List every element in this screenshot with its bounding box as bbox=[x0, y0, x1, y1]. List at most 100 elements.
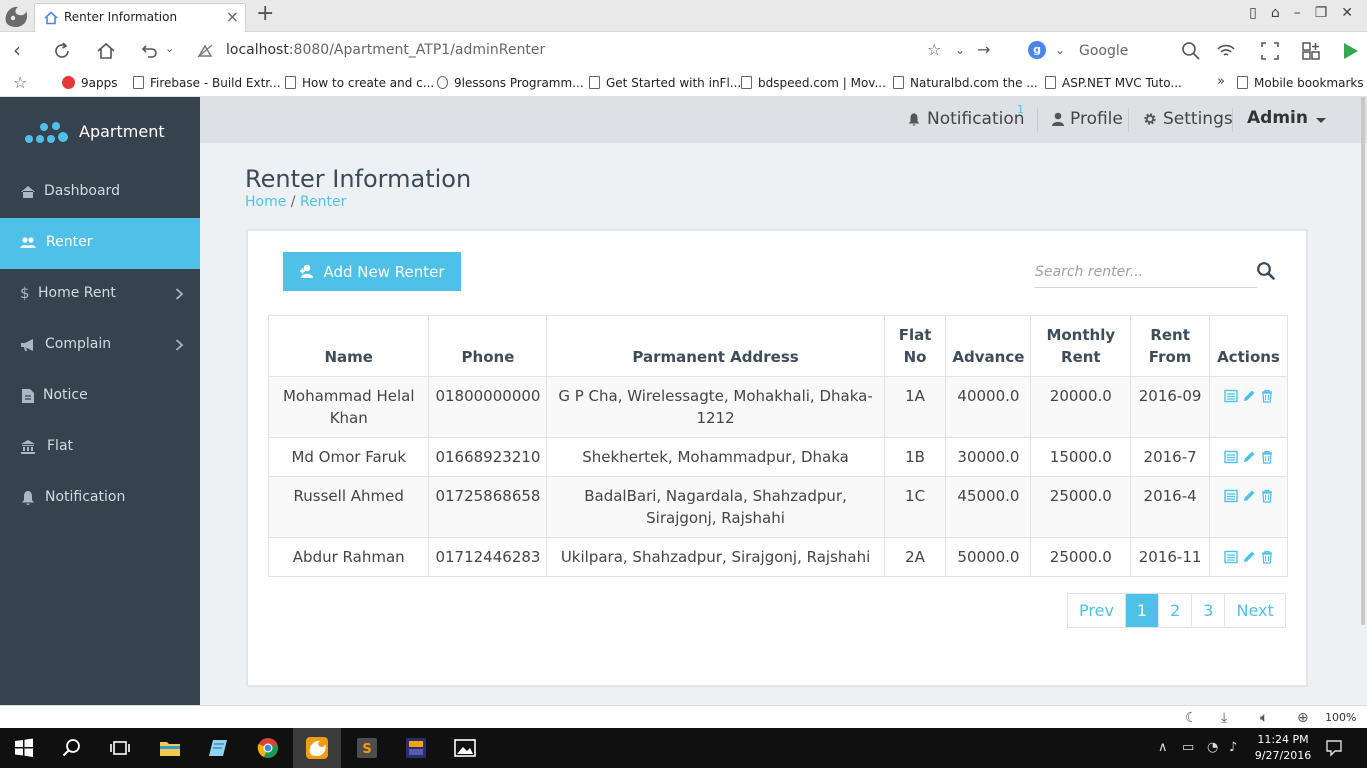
edit-pencil-icon[interactable] bbox=[1242, 489, 1256, 503]
go-arrow-icon[interactable]: → bbox=[977, 40, 990, 59]
search-icon[interactable] bbox=[1256, 261, 1276, 281]
search-icon[interactable] bbox=[1180, 40, 1202, 62]
pagination-page-3[interactable]: 3 bbox=[1191, 594, 1225, 627]
site-info-icon[interactable] bbox=[196, 42, 214, 60]
restore-icon[interactable]: ❐ bbox=[1315, 5, 1328, 21]
close-tab-icon[interactable]: × bbox=[226, 7, 239, 26]
volume-icon[interactable]: ♪ bbox=[1229, 740, 1237, 755]
pagination-page-2[interactable]: 2 bbox=[1158, 594, 1192, 627]
wifi-icon[interactable]: ◔ bbox=[1207, 740, 1218, 755]
svg-text:S: S bbox=[362, 742, 371, 757]
mobile-bookmarks[interactable]: Mobile bookmarks bbox=[1237, 76, 1364, 90]
edit-pencil-icon[interactable] bbox=[1242, 389, 1256, 403]
task-view-button[interactable] bbox=[96, 728, 144, 768]
minimize-icon[interactable]: – bbox=[1294, 5, 1301, 21]
topbar-settings[interactable]: Settings bbox=[1143, 109, 1233, 129]
tray-expand-icon[interactable]: ∧ bbox=[1158, 740, 1168, 755]
new-tab-icon[interactable]: + bbox=[256, 2, 274, 26]
bookmark-item[interactable]: 9apps bbox=[62, 76, 117, 90]
search-engine-icon[interactable]: g bbox=[1028, 41, 1046, 59]
chevron-down-icon[interactable]: ⌄ bbox=[165, 42, 174, 55]
sound-icon[interactable]: 🔈︎ bbox=[1260, 710, 1268, 726]
delete-trash-icon[interactable] bbox=[1260, 450, 1274, 464]
home-icon[interactable] bbox=[95, 40, 117, 62]
page-scrollbar[interactable] bbox=[1361, 97, 1365, 625]
taskbar-chrome[interactable] bbox=[244, 728, 292, 768]
screenshot-icon[interactable] bbox=[1259, 40, 1281, 62]
wifi-share-icon[interactable] bbox=[1215, 40, 1237, 62]
bookmark-item[interactable]: bdspeed.com | Mov... bbox=[741, 76, 886, 90]
delete-trash-icon[interactable] bbox=[1260, 389, 1274, 403]
sidebar-item-notification[interactable]: Notification bbox=[0, 473, 200, 524]
browser-tab[interactable]: Renter Information × bbox=[34, 3, 246, 32]
battery-icon[interactable]: ▭ bbox=[1182, 740, 1194, 755]
tile-windows-icon[interactable]: ▯ bbox=[1249, 5, 1257, 21]
admin-menu[interactable]: Admin bbox=[1247, 108, 1308, 128]
edit-pencil-icon[interactable] bbox=[1242, 550, 1256, 564]
uc-browser-logo-icon[interactable] bbox=[2, 2, 30, 30]
taskbar-uc-browser[interactable] bbox=[293, 728, 341, 768]
system-clock[interactable]: 11:24 PM 9/27/2016 bbox=[1253, 732, 1313, 764]
search-taskbar-button[interactable] bbox=[48, 728, 96, 768]
bookmark-item[interactable]: 9lessons Programm... bbox=[437, 76, 584, 90]
bookmark-item[interactable]: ASP.NET MVC Tuto... bbox=[1045, 76, 1182, 90]
bookmark-star-icon[interactable]: ☆ bbox=[927, 40, 941, 59]
action-center-icon[interactable] bbox=[1325, 739, 1343, 757]
topbar-notification[interactable]: Notification bbox=[907, 109, 1025, 129]
sidebar-item-notice[interactable]: Notice bbox=[0, 371, 200, 422]
cell-address: BadalBari, Nagardala, Shahzadpur, Sirajg… bbox=[546, 476, 885, 538]
taskbar-sublime-text[interactable]: S bbox=[343, 728, 391, 768]
taskbar-notepad[interactable] bbox=[195, 728, 243, 768]
skin-icon[interactable]: ⌂ bbox=[1271, 5, 1280, 21]
pagination-next[interactable]: Next bbox=[1224, 594, 1285, 627]
night-mode-icon[interactable]: ☾ bbox=[1185, 710, 1198, 726]
breadcrumb-home-link[interactable]: Home bbox=[245, 194, 286, 210]
taskbar-file-explorer[interactable] bbox=[146, 728, 194, 768]
browser-search-field[interactable]: Google bbox=[1079, 43, 1128, 59]
topbar-profile[interactable]: Profile bbox=[1052, 109, 1123, 129]
delete-trash-icon[interactable] bbox=[1260, 550, 1274, 564]
pagination-page-1[interactable]: 1 bbox=[1124, 594, 1159, 627]
window-controls: ▯ ⌂ – ❐ ✕ bbox=[1249, 5, 1353, 21]
more-bookmarks-icon[interactable]: » bbox=[1217, 74, 1225, 89]
bookmark-item[interactable]: How to create and c... bbox=[285, 76, 434, 90]
sidebar-item-dashboard[interactable]: Dashboard bbox=[0, 167, 200, 218]
sidebar-item-home-rent[interactable]: $ Home Rent bbox=[0, 269, 200, 320]
extensions-icon[interactable] bbox=[1300, 40, 1322, 62]
close-window-icon[interactable]: ✕ bbox=[1341, 5, 1353, 21]
pagination-prev[interactable]: Prev bbox=[1068, 594, 1125, 627]
download-icon[interactable]: ⤓ bbox=[1221, 710, 1227, 726]
chevron-down-icon[interactable]: ⌄ bbox=[955, 43, 965, 57]
brand[interactable]: Apartment bbox=[0, 97, 200, 167]
view-details-icon[interactable] bbox=[1223, 489, 1238, 503]
caret-down-icon[interactable] bbox=[1316, 118, 1326, 123]
taskbar-photos[interactable] bbox=[441, 728, 489, 768]
bookmark-item[interactable]: Get Started with inFl... bbox=[589, 76, 741, 90]
breadcrumb-current[interactable]: Renter bbox=[300, 194, 346, 210]
zoom-level[interactable]: 100% bbox=[1325, 711, 1356, 724]
bookmark-item[interactable]: Firebase - Build Extr... bbox=[133, 76, 281, 90]
search-renter-input[interactable] bbox=[1035, 261, 1245, 283]
add-button-label: Add New Renter bbox=[323, 262, 445, 281]
edit-pencil-icon[interactable] bbox=[1242, 450, 1256, 464]
view-details-icon[interactable] bbox=[1223, 389, 1238, 403]
notification-count-badge: 1 bbox=[1017, 103, 1024, 116]
chevron-down-icon[interactable]: ⌄ bbox=[1055, 43, 1065, 57]
sidebar-item-renter[interactable]: Renter bbox=[0, 218, 200, 269]
start-button[interactable] bbox=[0, 728, 48, 768]
zoom-icon[interactable]: ⊕ bbox=[1297, 710, 1309, 726]
view-details-icon[interactable] bbox=[1223, 550, 1238, 564]
sidebar-item-flat[interactable]: Flat bbox=[0, 422, 200, 473]
bookmark-star-icon[interactable]: ☆ bbox=[13, 73, 27, 92]
address-bar[interactable]: localhost:8080/Apartment_ATP1/adminRente… bbox=[226, 42, 545, 58]
delete-trash-icon[interactable] bbox=[1260, 489, 1274, 503]
add-new-renter-button[interactable]: Add New Renter bbox=[283, 252, 461, 291]
bookmark-item[interactable]: Naturalbd.com the ... bbox=[893, 76, 1038, 90]
sidebar-item-complain[interactable]: Complain bbox=[0, 320, 200, 371]
view-details-icon[interactable] bbox=[1223, 450, 1238, 464]
taskbar-ide[interactable] bbox=[392, 728, 440, 768]
play-store-icon[interactable] bbox=[1340, 40, 1362, 62]
undo-icon[interactable] bbox=[138, 40, 160, 62]
reload-icon[interactable] bbox=[51, 40, 73, 62]
back-icon[interactable]: ‹ bbox=[13, 39, 21, 61]
